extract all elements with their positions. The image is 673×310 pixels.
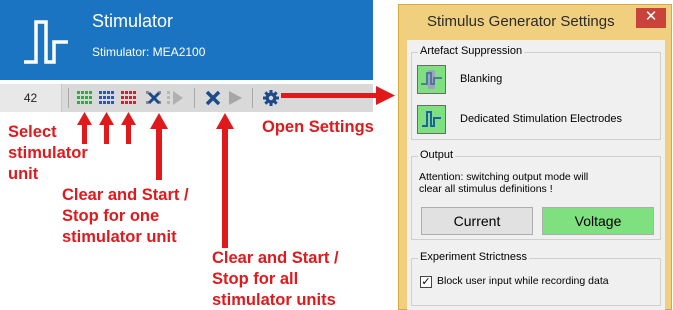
stimulator-title: Stimulator [92,11,174,31]
dedicated-electrodes-button[interactable] [417,105,446,134]
annotation-open-settings: Open Settings [262,118,374,136]
toolbar-separator [194,88,195,108]
group-title: Experiment Strictness [418,251,529,263]
blanking-button[interactable] [417,65,446,94]
block-input-label: Block user input while recording data [437,275,609,287]
current-button[interactable]: Current [421,207,533,235]
block-input-checkbox[interactable]: ✓ [420,276,432,288]
dialog-title: Stimulus Generator Settings [427,13,615,30]
dialog-body: Artefact Suppression Blanking Dedicated … [407,40,665,310]
experiment-strictness-group: Experiment Strictness ✓ Block user input… [411,251,661,306]
blanking-icon [421,70,442,89]
stimulator-header: Stimulator Stimulator: MEA2100 [0,0,373,80]
gear-icon[interactable] [262,89,280,107]
stimulator-number: 42 [0,84,62,112]
toolbar-separator [252,88,253,108]
voltage-button[interactable]: Voltage [542,207,654,235]
start-icon[interactable] [166,89,184,107]
clear-all-icon[interactable] [204,89,222,107]
grid-blue-icon[interactable] [98,89,116,107]
annotation-one-unit: Clear and Start / Stop for one stimulato… [62,186,189,246]
dedicated-electrodes-label: Dedicated Stimulation Electrodes [460,113,623,125]
artefact-suppression-group: Artefact Suppression Blanking Dedicated … [411,45,661,140]
group-title: Artefact Suppression [418,45,525,57]
grid-green-icon[interactable] [76,89,94,107]
clear-icon[interactable] [145,89,163,107]
output-note: Attention: switching output mode will cl… [419,171,589,195]
dedicated-electrodes-icon [422,111,441,127]
grid-red-icon[interactable] [120,89,138,107]
group-title: Output [418,149,456,161]
blanking-label: Blanking [460,73,503,85]
stimulator-device: Stimulator: MEA2100 [92,45,206,59]
annotation-select-unit: Select stimulator unit [8,123,88,183]
start-all-icon[interactable] [226,89,244,107]
settings-dialog: Stimulus Generator Settings ✕ Artefact S… [398,4,672,310]
stimulator-logo-icon [24,20,68,64]
stimulator-toolbar: 42 [0,84,373,112]
close-button[interactable]: ✕ [636,8,666,28]
toolbar-separator [68,88,69,108]
annotation-all-units: Clear and Start / Stop for all stimulato… [212,249,339,309]
